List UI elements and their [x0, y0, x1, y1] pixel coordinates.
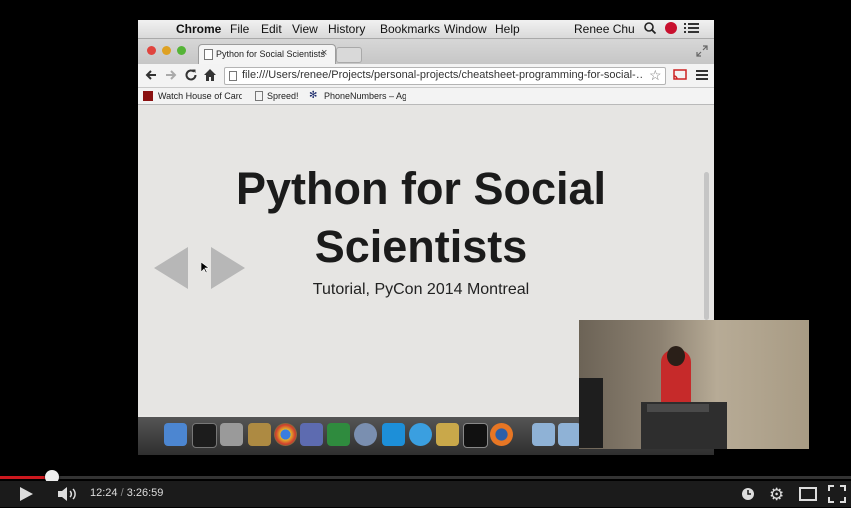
- page-icon: [204, 49, 213, 60]
- excel-icon[interactable]: [327, 423, 350, 446]
- tab-title: Python for Social Scientists: [216, 49, 326, 59]
- page-icon: [255, 91, 263, 101]
- menu-file[interactable]: File: [230, 22, 249, 36]
- system-preferences-icon[interactable]: [220, 423, 243, 446]
- menu-history[interactable]: History: [328, 22, 365, 36]
- watch-later-icon[interactable]: [741, 487, 755, 506]
- bookmark-spreed[interactable]: Spreed!: [267, 91, 299, 101]
- documents-folder-icon[interactable]: [558, 423, 581, 446]
- monitor-shape: [579, 378, 603, 448]
- adium-icon[interactable]: [382, 423, 405, 446]
- terminal-icon[interactable]: [463, 423, 488, 448]
- menu-icon[interactable]: [696, 68, 708, 86]
- bookmark-phonenumbers[interactable]: PhoneNumbers – Ag: [324, 91, 406, 101]
- duration: 3:26:59: [126, 487, 164, 499]
- menu-app-chrome[interactable]: Chrome: [176, 22, 221, 36]
- time-separator: /: [117, 487, 127, 499]
- bookmark-phonenumbers-icon: ✻: [309, 90, 318, 101]
- sequel-pro-icon[interactable]: [436, 423, 459, 446]
- menu-view[interactable]: View: [292, 22, 318, 36]
- tab-strip: Python for Social Scientists ×: [138, 39, 714, 65]
- prev-slide-icon[interactable]: [152, 245, 190, 296]
- messages-icon[interactable]: [409, 423, 432, 446]
- zoom-window-icon[interactable]: [177, 46, 186, 55]
- settings-icon[interactable]: ⚙: [769, 485, 784, 505]
- firefox-icon[interactable]: [490, 423, 513, 446]
- menu-bookmarks[interactable]: Bookmarks: [380, 22, 440, 36]
- menu-window[interactable]: Window: [444, 22, 487, 36]
- speaker-head-shape: [667, 346, 685, 366]
- notification-icon[interactable]: [665, 22, 677, 34]
- theater-icon[interactable]: [799, 487, 817, 506]
- menu-edit[interactable]: Edit: [261, 22, 282, 36]
- sublime-text-icon[interactable]: [248, 423, 271, 446]
- menu-user[interactable]: Renee Chu: [574, 22, 635, 36]
- progress-track[interactable]: [0, 476, 851, 479]
- player-controls: 12:24 / 3:26:59 ⚙: [0, 481, 851, 507]
- progress-played: [0, 476, 52, 479]
- chrome-icon[interactable]: [274, 423, 297, 446]
- fullscreen-window-icon[interactable]: [696, 44, 708, 62]
- browser-toolbar: file:///Users/renee/Projects/personal-pr…: [138, 64, 714, 88]
- slide-title-line1: Python for Social: [235, 163, 607, 214]
- star-icon[interactable]: ☆: [649, 67, 662, 84]
- podium-sign-shape: [647, 404, 709, 412]
- volume-icon[interactable]: [57, 486, 79, 507]
- applications-folder-icon[interactable]: [532, 423, 555, 446]
- cursor-icon: [200, 261, 210, 279]
- current-time: 12:24: [90, 487, 118, 499]
- minimize-window-icon[interactable]: [162, 46, 171, 55]
- php-icon[interactable]: [300, 423, 323, 446]
- forward-icon[interactable]: [164, 68, 178, 87]
- bookmarks-bar: Watch House of Card Spreed! ✻ PhoneNumbe…: [138, 88, 714, 105]
- finder-icon[interactable]: [164, 423, 187, 446]
- back-icon[interactable]: [144, 68, 158, 87]
- bookmark-netflix-icon: [143, 91, 153, 101]
- activity-monitor-icon[interactable]: [192, 423, 217, 448]
- close-window-icon[interactable]: [147, 46, 156, 55]
- home-icon[interactable]: [203, 68, 217, 87]
- address-bar[interactable]: file:///Users/renee/Projects/personal-pr…: [224, 67, 666, 85]
- page-scrollbar[interactable]: [704, 172, 709, 320]
- close-tab-icon[interactable]: ×: [321, 47, 327, 59]
- new-tab-button[interactable]: [336, 47, 362, 63]
- speaker-webcam-overlay: [579, 320, 809, 449]
- next-slide-icon[interactable]: [209, 245, 247, 296]
- search-icon[interactable]: [643, 20, 657, 39]
- url-text: file:///Users/renee/Projects/personal-pr…: [242, 69, 642, 81]
- bookmark-watch-house-of-cards[interactable]: Watch House of Card: [158, 91, 242, 101]
- page-icon: [229, 71, 237, 81]
- time-display: 12:24 / 3:26:59: [90, 487, 163, 499]
- mac-menubar: Chrome File Edit View History Bookmarks …: [138, 20, 714, 39]
- network-icon[interactable]: [354, 423, 377, 446]
- list-icon[interactable]: [684, 21, 700, 38]
- fullscreen-icon[interactable]: [828, 485, 846, 508]
- reload-icon[interactable]: [184, 68, 198, 87]
- menu-help[interactable]: Help: [495, 22, 520, 36]
- play-icon[interactable]: [18, 486, 34, 507]
- tab-python-for-social-scientists[interactable]: Python for Social Scientists ×: [198, 44, 336, 65]
- cast-icon[interactable]: [673, 68, 687, 86]
